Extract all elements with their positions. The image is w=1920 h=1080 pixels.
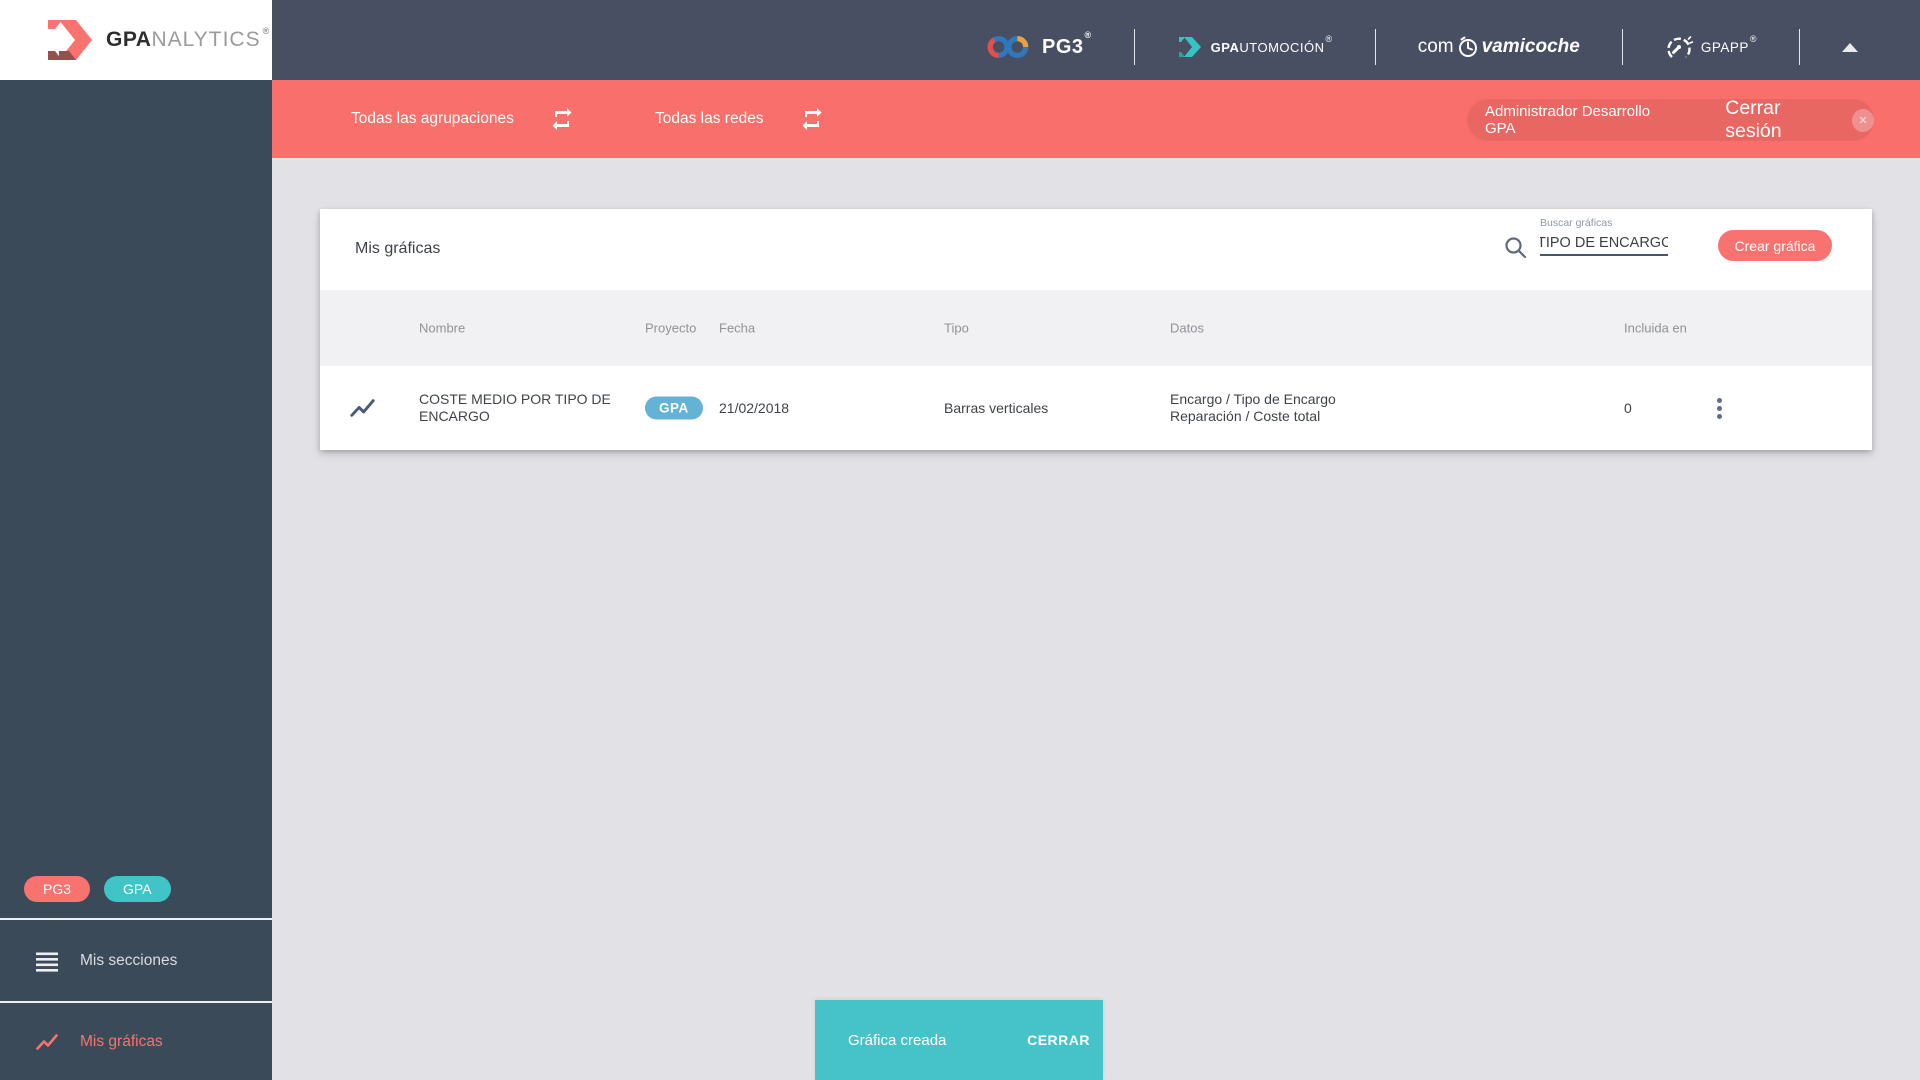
gpautomocion-logo[interactable]: GPAUTOMOCIÓN® [1177,34,1333,60]
search-icon[interactable] [1503,235,1529,261]
cell-tipo: Barras verticales [944,400,1049,416]
cell-nombre: COSTE MEDIO POR TIPO DE ENCARGO [419,391,611,424]
column-header-tipo: Tipo [944,320,969,336]
search-field[interactable]: Buscar gráficas TIPO DE ENCARGO [1540,217,1668,256]
swap-icon [552,108,572,130]
cell-datos-line1: Encargo / Tipo de Encargo [1170,391,1336,407]
hamburger-icon [36,952,58,972]
sidebar: PG3 GPA Mis secciones Mis gráficas [0,0,272,1080]
header-divider [1374,29,1376,65]
gpautomocion-logo-text: GPAUTOMOCIÓN® [1210,33,1333,55]
brand-reg-mark: ® [262,26,270,36]
pg3-infinity-icon [987,36,1029,58]
session-user-label: Administrador Desarrollo GPA [1485,103,1651,137]
gpa-badge[interactable]: GPA [104,876,171,902]
create-chart-button[interactable]: Crear gráfica [1718,230,1832,261]
search-input-value: TIPO DE ENCARGO [1540,235,1668,251]
mis-graficas-card: Mis gráficas Buscar gráficas TIPO DE ENC… [320,209,1872,450]
brand-text-bold: GPA [106,28,152,51]
toast-message: Gráfica creada [848,1031,947,1049]
pg3-logo-text: PG3® [1042,29,1092,58]
filter-agrupaciones-label: Todas las agrupaciones [351,110,514,127]
pg3-logo[interactable]: PG3® [986,29,1092,60]
header-divider [1621,29,1623,65]
compravamicoche-text-pre: com [1417,36,1454,57]
cell-incluida-en: 0 [1624,400,1632,416]
line-chart-icon [36,1033,58,1050]
collapse-header-arrow-icon[interactable] [1842,42,1858,52]
swap-icon [802,108,822,130]
top-header: PG3® GPAUTOMOCIÓN® com vamicoche GPAPP® [272,0,1920,80]
filter-redes[interactable]: Todas las redes [655,80,824,158]
sidebar-item-label: Mis gráficas [80,1032,163,1050]
session-pill: Administrador Desarrollo GPA Cerrar sesi… [1467,97,1874,143]
row-menu-kebab-icon[interactable] [1710,391,1728,425]
column-header-fecha: Fecha [719,320,756,336]
cell-proyecto: GPA [645,396,703,420]
search-input[interactable]: TIPO DE ENCARGO [1540,234,1668,251]
column-header-datos: Datos [1170,320,1204,336]
gpapp-gauge-icon [1667,36,1693,58]
header-divider [1133,29,1135,65]
logout-button[interactable]: Cerrar sesión [1725,97,1838,143]
table-header: Nombre Proyecto Fecha Tipo Datos Incluid… [320,290,1872,366]
gpapp-logo[interactable]: GPAPP® [1665,33,1757,61]
column-header-incluida-en: Incluida en [1624,320,1687,336]
sidebar-item-mis-graficas[interactable]: Mis gráficas [0,1003,272,1080]
brand-arrow-icon [48,20,92,60]
app-window: PG3 GPA Mis secciones Mis gráficas GPA N… [0,0,1920,1080]
search-input-underline [1540,254,1668,256]
logout-close-icon[interactable]: ✕ [1851,108,1874,132]
page-title: Mis gráficas [355,240,441,257]
pg3-badge[interactable]: PG3 [24,876,91,902]
sidebar-badges: PG3 GPA [24,876,171,902]
filter-agrupaciones[interactable]: Todas las agrupaciones [351,80,574,158]
gpapp-logo-text: GPAPP® [1700,33,1757,55]
search-field-label: Buscar gráficas [1540,217,1613,229]
stopwatch-icon [1458,36,1477,57]
cell-datos: Encargo / Tipo de Encargo Reparación / C… [1170,391,1336,425]
filter-redes-label: Todas las redes [655,110,764,127]
toast-snackbar: Gráfica creada CERRAR [815,1000,1103,1080]
line-chart-icon [350,399,375,417]
table-row[interactable]: COSTE MEDIO POR TIPO DE ENCARGO GPA 21/0… [320,366,1872,450]
brand-logo[interactable]: GPA NALYTICS ® [0,0,272,80]
compravamicoche-logo[interactable]: com vamicoche [1418,36,1580,58]
column-header-nombre: Nombre [419,320,466,336]
filter-bar: Todas las agrupaciones Todas las redes A… [272,80,1920,158]
header-divider [1799,29,1800,65]
gpautomocion-arrow-icon [1178,37,1201,57]
cell-datos-line2: Reparación / Coste total [1170,408,1321,424]
sidebar-item-label: Mis secciones [80,951,178,969]
compravamicoche-text-post: vamicoche [1481,36,1580,57]
cell-fecha: 21/02/2018 [719,400,790,416]
brand-text-light: NALYTICS [151,28,261,51]
brand-logo-text: GPA NALYTICS ® [106,26,270,52]
column-header-proyecto: Proyecto [645,320,697,336]
toast-close-button[interactable]: CERRAR [1027,1032,1090,1048]
proyecto-gpa-badge: GPA [645,396,703,420]
sidebar-item-mis-secciones[interactable]: Mis secciones [0,920,272,1001]
